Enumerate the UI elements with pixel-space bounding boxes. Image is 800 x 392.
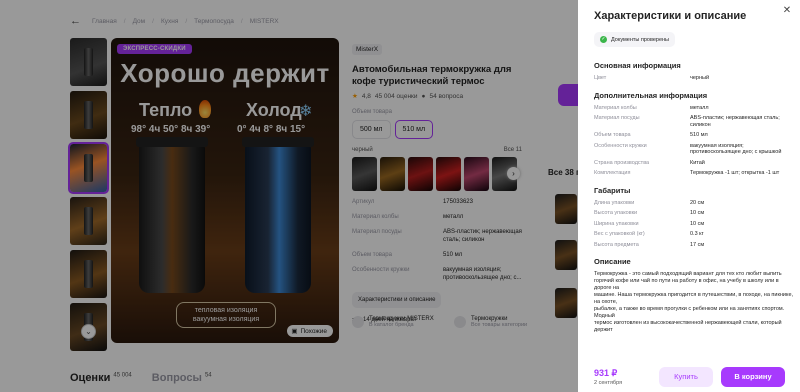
section-additional: Дополнительная информация Материал колбы… [594, 91, 794, 177]
price: 931 ₽ [594, 368, 618, 378]
delivery-date: 2 сентября [594, 380, 623, 386]
spec-row: Вес с упаковкой (кг) 0.3 кг [594, 231, 794, 238]
spec-key: Высота предмета [594, 241, 639, 248]
spec-value: 20 см [690, 199, 705, 206]
spec-value: Термокружка -1 шт; открытка -1 шт [690, 170, 780, 176]
spec-key: Объем товара [594, 132, 631, 138]
spec-value: черный [690, 75, 710, 81]
specs-side-panel: Характеристики и описание ✕ ✓ Документы … [578, 0, 800, 392]
description-text: Термокружка - это самый подходящий вариа… [594, 271, 794, 334]
spec-key: Страна производства [594, 159, 650, 166]
spec-row: Высота упаковки 10 см [594, 210, 794, 217]
spec-key: Ширина упаковки [594, 220, 639, 227]
spec-value: 10 см [690, 220, 705, 227]
spec-row: Материал колбы металл [594, 105, 794, 112]
description-line: горячий кофе или чай по пути на работу в… [594, 278, 779, 291]
section-title: Габариты [594, 185, 631, 195]
description-line: Термокружка - это самый подходящий вариа… [594, 271, 782, 277]
buy-button[interactable]: Купить [659, 367, 713, 387]
section-title: Описание [594, 257, 631, 266]
spec-key: Длина упаковки [594, 199, 635, 206]
spec-value: Китай [690, 159, 705, 166]
spec-value: 0.3 кг [690, 231, 704, 237]
spec-row: Высота предмета 17 см [594, 242, 794, 249]
description-line: рыбалке, а также во время прогулки с реб… [594, 306, 785, 319]
spec-row: Материал посуды ABS-пластик; нержавеющая … [594, 115, 794, 128]
spec-value: 10 см [690, 210, 705, 216]
spec-row: Ширина упаковки 10 см [594, 221, 794, 228]
spec-row: Объем товара 510 мл [594, 132, 794, 139]
section-description: Описание Термокружка - это самый подходя… [594, 257, 794, 334]
spec-row: Страна производства Китай [594, 160, 794, 167]
close-icon[interactable]: ✕ [780, 4, 794, 18]
spec-key: Особенности кружки [594, 142, 647, 149]
add-to-cart-button[interactable]: В корзину [721, 367, 785, 387]
docs-label: Документы проверены [611, 36, 670, 43]
spec-value: ABS-пластик; нержавеющая сталь; силикон [690, 115, 780, 128]
description-line: машине. Наша термокружка пригодится в пу… [594, 292, 794, 305]
spec-value: вакуумная изоляция; противоскользящее дн… [690, 142, 782, 156]
check-icon: ✓ [600, 36, 607, 43]
specs-sections: Основная информация Цвет черный Дополните… [594, 56, 794, 334]
section-dimensions: Габариты Длина упаковки 20 см Высота упак… [594, 186, 794, 249]
docs-verified-badge: ✓ Документы проверены [594, 32, 676, 47]
spec-value: металл [690, 104, 709, 111]
spec-value: 510 мл [690, 132, 708, 138]
spec-key: Цвет [594, 75, 607, 81]
spec-key: Высота упаковки [594, 210, 638, 216]
spec-key: Материал посуды [594, 115, 640, 121]
panel-title: Характеристики и описание [594, 10, 747, 22]
spec-row: Особенности кружки вакуумная изоляция; пр… [594, 143, 794, 156]
panel-footer: 931 ₽ 2 сентября Купить В корзину [578, 362, 800, 392]
spec-row: Длина упаковки 20 см [594, 200, 794, 207]
description-line: термос изготовлен из высококачественной … [594, 320, 782, 333]
section-title: Дополнительная информация [594, 90, 708, 100]
spec-key: Вес с упаковкой (кг) [594, 231, 645, 237]
spec-row: Комплектация Термокружка -1 шт; открытка … [594, 170, 794, 177]
spec-row: Цвет черный [594, 75, 794, 82]
spec-value: 17 см [690, 241, 705, 248]
spec-key: Комплектация [594, 170, 631, 176]
section-basic: Основная информация Цвет черный [594, 61, 794, 82]
spec-key: Материал колбы [594, 104, 637, 111]
page: ← Главная / Дом / Кухня / Термопосуда / MIST… [0, 0, 800, 392]
section-title: Основная информация [594, 61, 681, 70]
